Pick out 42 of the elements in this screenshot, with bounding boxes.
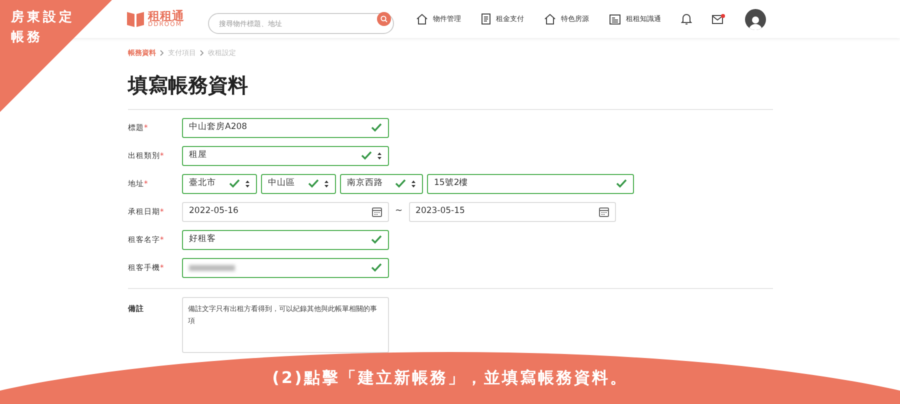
range-separator: ~: [394, 204, 404, 218]
input-field[interactable]: 中山套房A208: [182, 118, 389, 138]
caption-text: (2)點擊「建立新帳務」，並填寫帳務資料。: [272, 367, 628, 389]
house-icon: [544, 13, 556, 25]
select-field[interactable]: 南京西路: [340, 174, 423, 194]
check-icon: [361, 151, 372, 160]
check-icon: [616, 179, 627, 188]
check-icon: [371, 123, 382, 132]
input-field[interactable]: 15號2樓: [427, 174, 634, 194]
bell-icon[interactable]: [681, 13, 692, 25]
ribbon-text: 帳務: [11, 29, 43, 47]
chevron-icon: [200, 50, 204, 56]
sort-arrows-icon: [245, 180, 250, 188]
logo-name: 租租通: [148, 10, 184, 22]
sort-arrows-icon: [377, 152, 382, 160]
date-field[interactable]: 2022-05-16: [182, 202, 389, 222]
avatar[interactable]: [745, 8, 766, 30]
page-title: 填寫帳務資料: [128, 72, 249, 98]
select-field[interactable]: 租屋: [182, 146, 389, 166]
document-icon: [481, 13, 491, 25]
newspaper-icon: [609, 14, 621, 24]
select-field[interactable]: 臺北市: [182, 174, 257, 194]
blurred-phone-number: [189, 264, 235, 270]
input-field[interactable]: 好租客: [182, 230, 389, 250]
check-icon: [371, 263, 382, 272]
sort-arrows-icon: [411, 180, 416, 188]
check-icon: [308, 179, 319, 188]
input-field[interactable]: [182, 258, 389, 278]
house-icon: [416, 13, 428, 25]
chevron-icon: [160, 50, 164, 56]
ribbon-text: 房東設定: [11, 8, 75, 27]
calendar-icon: [598, 206, 609, 216]
check-icon: [371, 235, 382, 244]
check-icon: [395, 179, 406, 188]
search-icon[interactable]: [377, 12, 391, 26]
mail-icon[interactable]: [712, 14, 725, 24]
select-field[interactable]: 中山區: [261, 174, 336, 194]
date-field[interactable]: 2023-05-15: [408, 202, 616, 222]
book-logo-icon: [127, 11, 144, 27]
check-icon: [229, 179, 240, 188]
calendar-icon: [372, 206, 382, 216]
sort-arrows-icon: [324, 180, 329, 188]
